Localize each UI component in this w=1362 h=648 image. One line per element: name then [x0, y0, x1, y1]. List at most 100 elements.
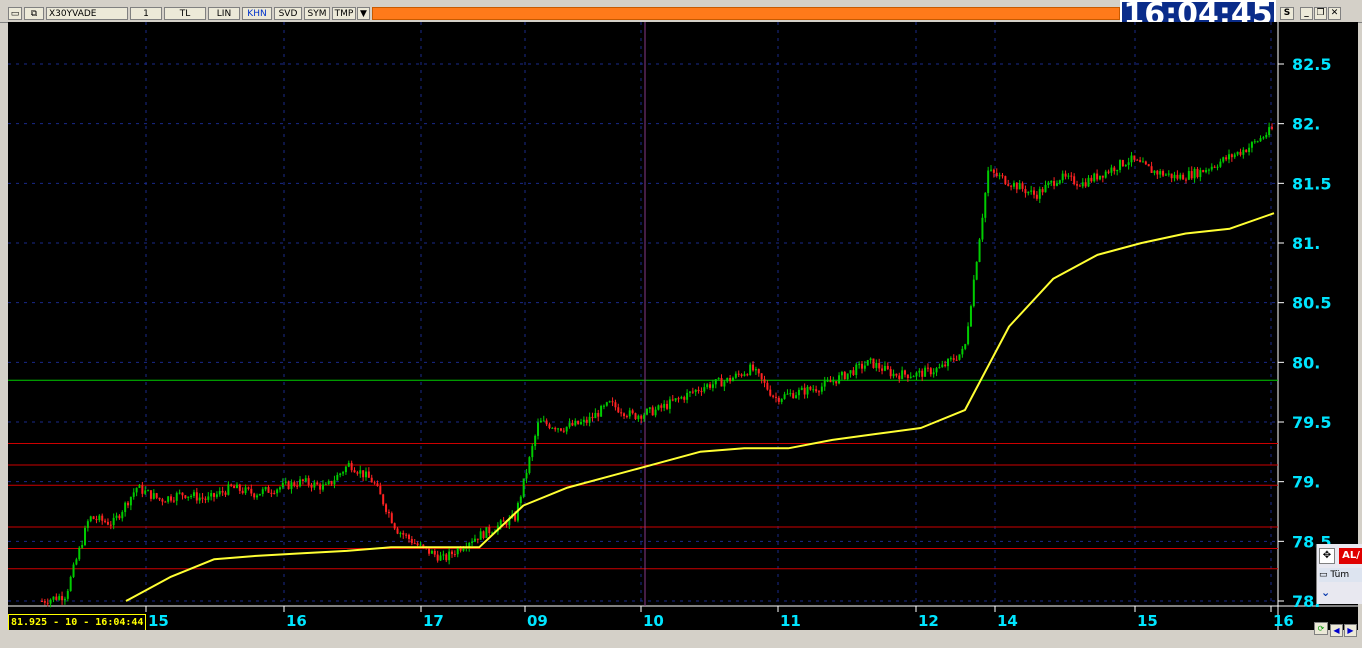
candle-body — [204, 498, 207, 500]
candle-body — [729, 377, 732, 382]
candle-body — [600, 405, 603, 417]
candle-body — [304, 478, 307, 482]
candle-body — [164, 501, 167, 503]
khn-button[interactable]: KHN — [242, 7, 272, 20]
refresh-icon[interactable]: ⟳ — [1314, 622, 1328, 635]
candle-body — [766, 382, 769, 390]
candle-body — [683, 397, 686, 400]
candle-body — [972, 279, 975, 307]
candle-body — [938, 367, 941, 369]
candle-body — [1010, 185, 1013, 187]
candle-body — [786, 393, 789, 395]
candle-body — [1012, 182, 1015, 187]
candle-body — [969, 306, 972, 327]
candle-body — [800, 387, 803, 390]
minimize-icon[interactable]: _ — [1300, 7, 1313, 20]
candle-body — [617, 407, 620, 413]
candle-body — [1253, 141, 1256, 143]
candle-body — [820, 386, 823, 392]
all-orders-row[interactable]: ▭ Tüm — [1319, 568, 1362, 582]
candle-body — [1024, 188, 1027, 194]
candle-body — [987, 170, 990, 193]
candle-body — [1081, 182, 1084, 187]
candle-body — [499, 520, 502, 526]
candle-body — [215, 494, 218, 497]
candle-body — [620, 412, 623, 414]
chevron-down-icon[interactable]: ⌄ — [1321, 586, 1330, 599]
candle-body — [184, 495, 187, 498]
candle-body — [588, 416, 591, 423]
candle-body — [299, 479, 302, 487]
candle-body — [230, 484, 233, 486]
candle-body — [1144, 161, 1147, 165]
move-icon[interactable]: ✥ — [1319, 548, 1335, 564]
candle-body — [296, 485, 299, 487]
candle-body — [488, 527, 491, 534]
candle-body — [1227, 154, 1230, 160]
candle-body — [542, 420, 545, 422]
candle-body — [1098, 175, 1101, 180]
candle-body — [258, 493, 261, 496]
order-side-panel: ✥ AL/ ▭ Tüm ⌄ — [1316, 544, 1362, 604]
candle-body — [829, 380, 832, 383]
candle-body — [430, 550, 433, 554]
symbol-field[interactable]: X30YVADE — [46, 7, 128, 20]
s-button[interactable]: S — [1280, 7, 1294, 20]
currency-button[interactable]: TL — [164, 7, 206, 20]
candle-body — [763, 379, 766, 383]
candle-body — [774, 396, 777, 398]
candle-body — [752, 364, 755, 371]
candle-body — [109, 524, 112, 526]
sym-button[interactable]: SYM — [304, 7, 330, 20]
candle-body — [1147, 164, 1150, 167]
candle-body — [81, 544, 84, 548]
candle-body — [49, 599, 52, 604]
price-chart[interactable]: 82.582.81.581.80.580.79.579.78.578. 15 16… — [8, 22, 1358, 638]
chart-type-icon[interactable]: ⧉ — [24, 7, 44, 20]
candle-body — [924, 367, 927, 377]
candle-body — [1207, 169, 1210, 171]
candle-body — [1093, 173, 1096, 182]
candle-body — [967, 326, 970, 345]
candle-body — [161, 499, 164, 502]
candle-body — [849, 370, 852, 374]
tmp-button[interactable]: TMP — [332, 7, 356, 20]
candle-body — [577, 420, 580, 425]
candle-body — [330, 481, 333, 485]
candle-body — [1173, 174, 1176, 179]
candle-body — [898, 375, 901, 379]
restore-icon[interactable]: ❐ — [1314, 7, 1327, 20]
scroll-left-icon[interactable]: ◀ — [1330, 624, 1343, 637]
candle-body — [1242, 149, 1245, 155]
candle-body — [233, 485, 236, 489]
scale-button[interactable]: LIN — [208, 7, 240, 20]
candle-body — [313, 482, 316, 488]
candle-body — [947, 358, 950, 367]
close-icon[interactable]: ✕ — [1328, 7, 1341, 20]
candle-body — [124, 502, 127, 513]
candle-body — [932, 372, 935, 375]
candle-body — [264, 487, 267, 490]
candle-body — [192, 492, 195, 496]
buy-button[interactable]: AL/ — [1339, 548, 1362, 564]
candle-body — [582, 419, 585, 422]
tmp-dropdown-icon[interactable]: ▼ — [357, 7, 370, 20]
candle-body — [886, 365, 889, 370]
candle-body — [453, 554, 456, 556]
candle-body — [895, 373, 898, 376]
price-tick-label: 80.5 — [1292, 294, 1331, 313]
svd-button[interactable]: SVD — [274, 7, 302, 20]
candle-body — [1104, 171, 1107, 178]
scroll-right-icon[interactable]: ▶ — [1344, 624, 1357, 637]
candle-body — [1176, 174, 1179, 179]
candle-body — [1116, 169, 1119, 172]
candle-body — [754, 369, 757, 371]
candle-body — [1015, 182, 1018, 190]
window-menu-icon[interactable]: ▭ — [8, 7, 22, 20]
candle-body — [273, 492, 276, 494]
candle-body — [241, 490, 244, 494]
candle-body — [473, 538, 476, 542]
period-field[interactable]: 1 — [130, 7, 162, 20]
candle-body — [1199, 170, 1202, 178]
candle-body — [1205, 170, 1208, 173]
